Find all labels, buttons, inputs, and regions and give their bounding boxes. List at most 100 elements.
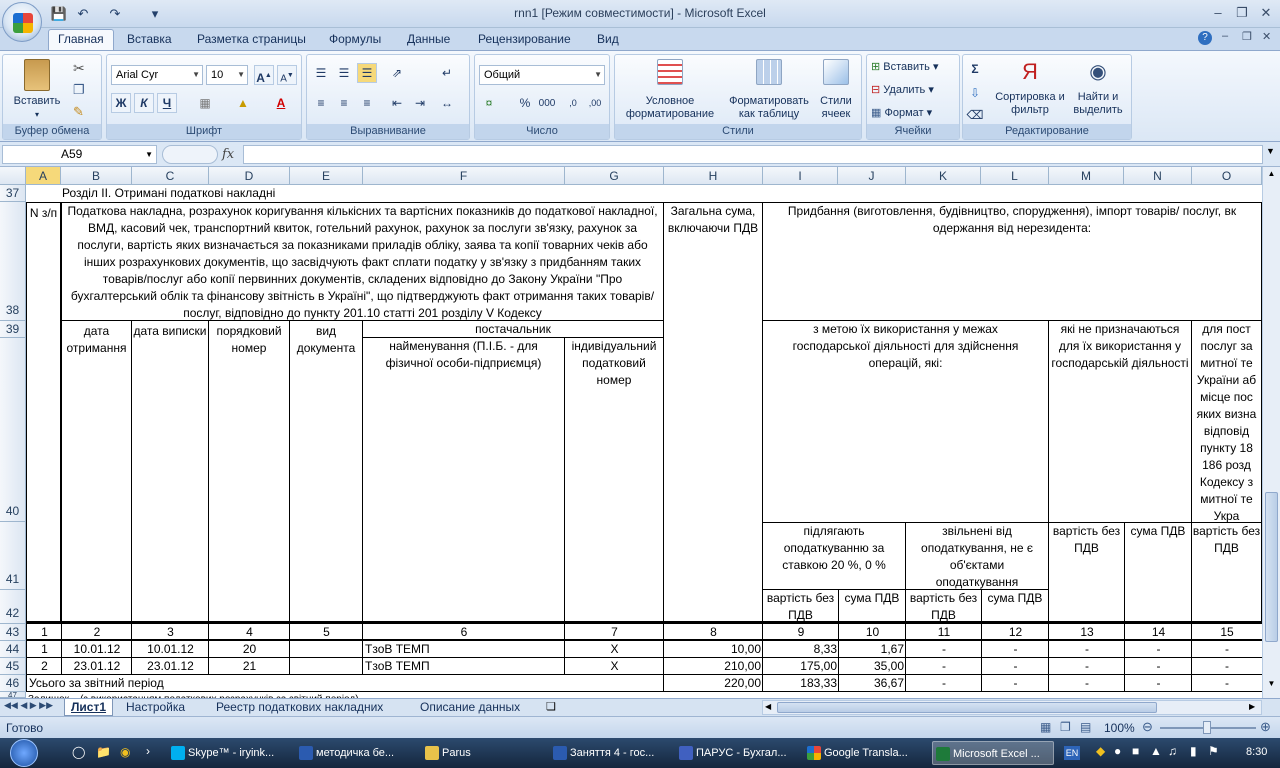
row-header-40[interactable]: 40 <box>0 338 26 522</box>
row-header-42[interactable]: 42 <box>0 590 26 624</box>
help-icon[interactable]: ? <box>1198 31 1212 45</box>
underline-button[interactable]: Ч <box>157 93 177 113</box>
table-cell[interactable]: - <box>1191 641 1262 658</box>
save-icon[interactable]: 💾 <box>50 5 68 23</box>
vertical-scrollbar[interactable]: ▲ ▼ <box>1262 167 1280 698</box>
scroll-left-icon[interactable]: ◀ <box>765 702 771 711</box>
row-header-38[interactable]: 38 <box>0 202 26 321</box>
row-header-39[interactable]: 39 <box>0 321 26 338</box>
insert-cells-button[interactable]: ⊞ Вставить ▾ <box>871 61 939 74</box>
tray-icon-2[interactable]: ■ <box>1132 744 1139 758</box>
taskbar-item-google-translate[interactable]: Google Transla... <box>804 741 926 765</box>
redo-icon[interactable]: ↷ <box>106 5 124 23</box>
sheet-tab-settings[interactable]: Настройка <box>120 699 191 716</box>
language-indicator[interactable]: EN <box>1064 746 1080 760</box>
taskbar-item-parus-app[interactable]: ПАРУС - Бухгал... <box>676 741 798 765</box>
table-cell[interactable]: - <box>1191 658 1262 675</box>
wrap-text-icon[interactable]: ↵ <box>437 63 457 83</box>
customize-qat-icon[interactable]: ▾ <box>146 5 164 23</box>
normal-view-icon[interactable]: ▦ <box>1040 720 1051 734</box>
table-cell[interactable]: 20 <box>208 641 290 658</box>
conditional-formatting-button[interactable]: Условное форматирование <box>617 59 723 121</box>
row-header-41[interactable]: 41 <box>0 522 26 590</box>
decrease-decimal-icon[interactable]: ,00 <box>585 93 605 113</box>
quicklaunch-more-icon[interactable]: › <box>146 744 150 758</box>
orientation-icon[interactable]: ⇗ <box>387 63 407 83</box>
row-header-46[interactable]: 46 <box>0 675 26 692</box>
zoom-out-icon[interactable]: ⊖ <box>1142 719 1153 735</box>
decrease-indent-icon[interactable]: ⇤ <box>387 93 407 113</box>
table-cell[interactable]: 210,00 <box>663 658 763 675</box>
total-row-cell[interactable]: - <box>1191 675 1262 692</box>
maximize-button[interactable]: ❐ <box>1230 4 1254 22</box>
table-cell[interactable]: - <box>1124 658 1192 675</box>
table-cell[interactable]: - <box>1048 658 1125 675</box>
delete-cells-button[interactable]: ⊟ Удалить ▾ <box>871 84 934 97</box>
align-bottom-icon[interactable]: ☰ <box>357 63 377 83</box>
column-header-g[interactable]: G <box>565 167 664 185</box>
taskbar-item-lesson[interactable]: Заняття 4 - гос... <box>550 741 672 765</box>
table-cell[interactable]: - <box>981 641 1049 658</box>
table-cell[interactable]: Х <box>564 658 664 675</box>
table-cell[interactable] <box>289 641 363 658</box>
tray-volume-icon[interactable]: ♫ <box>1168 744 1177 758</box>
row-header-45[interactable]: 45 <box>0 658 26 675</box>
currency-icon[interactable]: ¤ <box>479 93 499 113</box>
font-name-combo[interactable]: Arial Cyr ▼ <box>111 65 203 85</box>
table-cell[interactable]: 21 <box>208 658 290 675</box>
sheet-tab-list1[interactable]: Лист1 <box>64 699 114 716</box>
horizontal-scrollbar[interactable]: ◀ ▶ <box>762 700 1262 715</box>
total-row-cell[interactable]: - <box>981 675 1049 692</box>
office-button[interactable] <box>2 2 42 42</box>
align-right-icon[interactable]: ≡ <box>357 93 377 113</box>
table-cell[interactable]: - <box>905 641 982 658</box>
scroll-right-icon[interactable]: ▶ <box>1249 702 1255 711</box>
column-header-f[interactable]: F <box>363 167 565 185</box>
merge-center-icon[interactable]: ↔ <box>437 93 457 113</box>
table-cell[interactable]: - <box>1048 641 1125 658</box>
fill-color-icon[interactable]: ▲ <box>233 93 253 113</box>
total-row-cell[interactable]: 220,00 <box>663 675 763 692</box>
grow-font-button[interactable]: A▲ <box>254 65 274 85</box>
tab-data[interactable]: Данные <box>398 30 459 50</box>
zoom-in-icon[interactable]: ⊕ <box>1260 719 1271 735</box>
tab-review[interactable]: Рецензирование <box>469 30 580 50</box>
table-cell[interactable]: 1,67 <box>838 641 906 658</box>
table-cell[interactable]: - <box>1124 641 1192 658</box>
zoom-slider-thumb[interactable] <box>1203 721 1211 734</box>
table-cell[interactable]: 175,00 <box>762 658 839 675</box>
format-cells-button[interactable]: ▦ Формат ▾ <box>871 107 932 120</box>
autosum-icon[interactable]: Σ <box>965 59 985 79</box>
sheet-nav-icons[interactable]: ◀◀ ◀ ▶ ▶▶ <box>4 700 53 711</box>
row-header-43[interactable]: 43 <box>0 624 26 641</box>
percent-icon[interactable]: % <box>515 93 535 113</box>
ribbon-restore-icon[interactable]: ❐ <box>1242 30 1252 43</box>
column-header-c[interactable]: C <box>132 167 209 185</box>
total-row-cell[interactable]: 183,33 <box>762 675 839 692</box>
increase-decimal-icon[interactable]: ,0 <box>563 93 583 113</box>
column-header-k[interactable]: K <box>906 167 981 185</box>
tray-network-icon[interactable]: ▲ <box>1150 744 1162 758</box>
total-row-cell[interactable]: 36,67 <box>838 675 906 692</box>
sheet-tab-description[interactable]: Описание данных <box>414 699 526 716</box>
sort-filter-button[interactable]: Я Сортировка и фильтр <box>995 59 1065 117</box>
number-format-combo[interactable]: Общий ▼ <box>479 65 605 85</box>
cut-icon[interactable]: ✂ <box>73 60 85 77</box>
tab-page-layout[interactable]: Разметка страницы <box>188 30 315 50</box>
find-select-button[interactable]: ◉ Найти и выделить <box>1067 59 1129 117</box>
quicklaunch-icon[interactable]: ◯ <box>72 745 85 759</box>
format-as-table-button[interactable]: Форматировать как таблицу <box>723 59 815 121</box>
explorer-icon[interactable]: 📁 <box>96 745 111 759</box>
clear-icon[interactable]: ⌫ <box>965 105 985 125</box>
table-cell[interactable]: Х <box>564 641 664 658</box>
taskbar-item-parus-folder[interactable]: Parus <box>422 741 544 765</box>
column-header-m[interactable]: M <box>1049 167 1124 185</box>
tab-view[interactable]: Вид <box>588 30 628 50</box>
align-left-icon[interactable]: ≡ <box>311 93 331 113</box>
table-cell[interactable]: 1 <box>26 641 62 658</box>
format-painter-icon[interactable]: ✎ <box>73 104 84 120</box>
column-header-l[interactable]: L <box>981 167 1049 185</box>
undo-icon[interactable]: ↶ <box>74 5 92 23</box>
table-cell[interactable]: 8,33 <box>762 641 839 658</box>
table-cell[interactable]: 35,00 <box>838 658 906 675</box>
